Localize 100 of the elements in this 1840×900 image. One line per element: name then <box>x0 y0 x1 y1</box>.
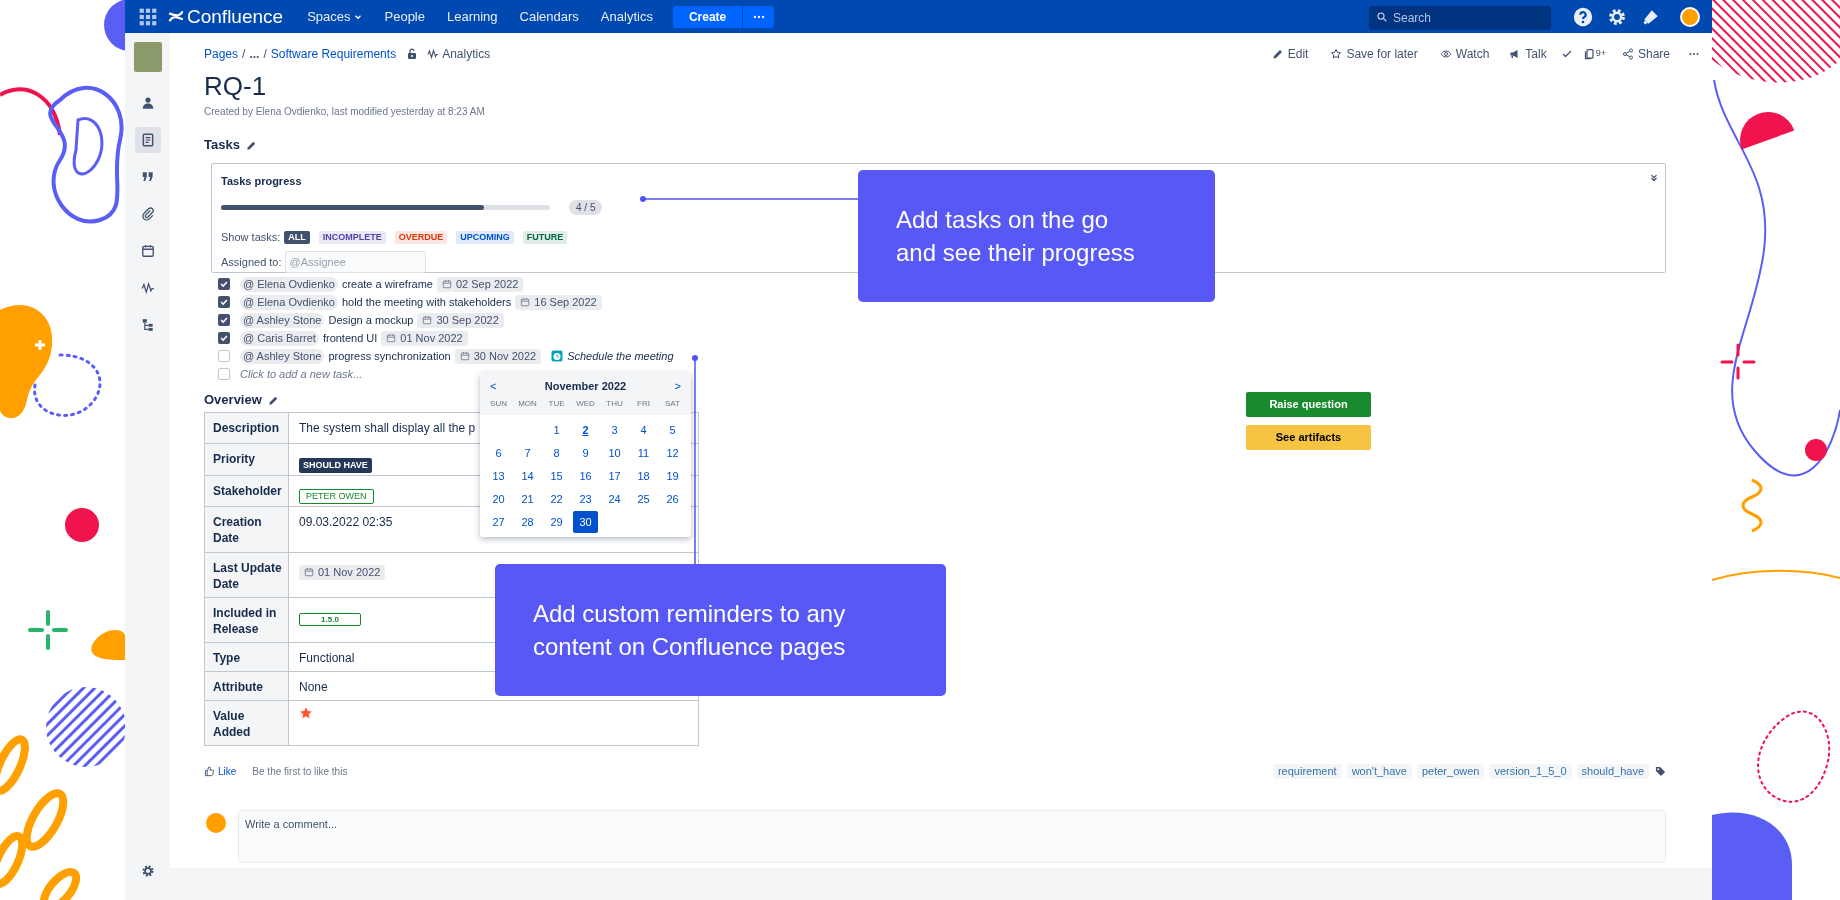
analytics-link[interactable]: Analytics <box>427 45 491 63</box>
label-tag[interactable]: version_1_5_0 <box>1489 763 1572 779</box>
checkbox[interactable] <box>218 350 230 362</box>
assignee-field[interactable]: @Assignee <box>284 251 426 273</box>
calendar-day[interactable]: 19 <box>660 465 685 487</box>
like-button[interactable]: Like <box>204 763 237 779</box>
calendar-icon <box>520 297 531 307</box>
label-tag[interactable]: requirement <box>1272 763 1342 779</box>
label-tag[interactable]: should_have <box>1576 763 1649 779</box>
mention-link[interactable]: @ Elena Ovdienko <box>240 276 338 292</box>
label-tag[interactable]: won't_have <box>1346 763 1412 779</box>
row-header: Type <box>204 642 289 672</box>
calendar-day[interactable]: 7 <box>515 442 540 464</box>
calendar-day[interactable]: 4 <box>631 419 656 441</box>
calendar-day[interactable]: 13 <box>486 465 511 487</box>
calendar-day[interactable]: 12 <box>660 442 685 464</box>
mention-link[interactable]: @ Ashley Stone <box>240 348 325 364</box>
breadcrumb-link[interactable]: Pages <box>204 45 239 63</box>
filter-tab[interactable]: INCOMPLETE <box>318 230 386 244</box>
reminder-button[interactable]: Schedule the meeting <box>551 347 674 365</box>
sidebar-item[interactable] <box>134 127 161 153</box>
calendar-day[interactable]: 1 <box>544 419 569 441</box>
breadcrumb-link[interactable]: ... <box>249 45 260 63</box>
talk-button[interactable]: Talk <box>1509 45 1547 63</box>
search-field[interactable]: Search <box>1369 5 1551 30</box>
label-tag[interactable]: peter_owen <box>1416 763 1485 779</box>
edit-icon[interactable] <box>267 394 279 406</box>
calendar-day[interactable]: 2 <box>573 419 598 441</box>
next-month-button[interactable]: > <box>674 377 681 395</box>
filter-tab[interactable]: FUTURE <box>522 230 568 244</box>
breadcrumb-link[interactable]: Software Requirements <box>270 45 397 63</box>
calendar-day[interactable]: 28 <box>515 511 540 533</box>
calendar-day[interactable]: 14 <box>515 465 540 487</box>
product-logo[interactable]: Confluence <box>168 7 284 26</box>
help-icon[interactable] <box>1573 6 1593 27</box>
new-task-placeholder[interactable]: Click to add a new task... <box>240 365 363 383</box>
comment-field[interactable]: Write a comment... <box>238 810 1666 863</box>
calendar-day[interactable]: 18 <box>631 465 656 487</box>
calendar-day[interactable]: 29 <box>544 511 569 533</box>
copies-button[interactable]: 9+ <box>1582 45 1606 63</box>
share-button[interactable]: Share <box>1621 45 1670 63</box>
checkbox[interactable] <box>218 314 230 326</box>
calendar-day[interactable]: 8 <box>544 442 569 464</box>
date-lozenge[interactable]: 01 Nov 2022 <box>299 564 386 580</box>
action-button[interactable]: Raise question <box>1246 392 1371 417</box>
analytics-icon <box>140 281 155 295</box>
progress-count: 4 / 5 <box>569 199 603 215</box>
nav-link[interactable]: People <box>376 3 433 30</box>
previous-month-button[interactable]: < <box>490 377 497 395</box>
settings-icon[interactable] <box>1607 6 1627 27</box>
date-lozenge[interactable]: 30 Nov 2022 <box>454 348 542 364</box>
save-for-later-button[interactable]: Save for later <box>1330 45 1418 63</box>
date-lozenge[interactable]: 02 Sep 2022 <box>437 276 524 292</box>
star-icon <box>299 706 313 720</box>
mention-link[interactable]: @ Elena Ovdienko <box>240 294 338 310</box>
filter-tab[interactable]: OVERDUE <box>394 230 448 244</box>
nav-link[interactable]: Analytics <box>592 3 661 30</box>
create-button[interactable]: Create <box>672 5 743 28</box>
calendar-day[interactable]: 15 <box>544 465 569 487</box>
action-button[interactable]: See artifacts <box>1246 425 1371 450</box>
avatar-icon[interactable] <box>1680 6 1700 27</box>
collapse-icon[interactable] <box>1649 173 1659 183</box>
edit-icon[interactable] <box>245 139 257 151</box>
edit-button[interactable]: Edit <box>1271 45 1309 63</box>
app-switcher-icon[interactable] <box>138 6 158 27</box>
callout-text: Add tasks on the go and see their progress <box>896 205 1136 268</box>
watch-button[interactable]: Watch <box>1439 45 1490 63</box>
tag-icon[interactable] <box>1655 765 1666 777</box>
calendar-day[interactable]: 11 <box>631 442 656 464</box>
nav-dropdown[interactable]: Spaces <box>299 3 371 30</box>
date-lozenge[interactable]: 16 Sep 2022 <box>515 294 602 310</box>
checkbox[interactable] <box>218 368 230 380</box>
calendar-day[interactable]: 16 <box>573 465 598 487</box>
unlocked-padlock-icon[interactable] <box>406 48 419 60</box>
mention-link[interactable]: @ Ashley Stone <box>240 312 325 328</box>
photo-placeholder[interactable] <box>133 42 162 72</box>
calendar-day[interactable]: 5 <box>660 419 685 441</box>
quote-icon <box>140 170 155 184</box>
date-lozenge[interactable]: 01 Nov 2022 <box>381 330 468 346</box>
row-header: Stakeholder <box>204 475 289 507</box>
nav-link[interactable]: Calendars <box>511 3 587 30</box>
checkbox[interactable] <box>218 278 230 290</box>
calendar-day[interactable]: 3 <box>602 419 627 441</box>
calendar-day[interactable]: 30 <box>573 511 598 533</box>
date-lozenge[interactable]: 30 Sep 2022 <box>417 312 504 328</box>
checkbox[interactable] <box>218 296 230 308</box>
nav-link[interactable]: Learning <box>439 3 506 30</box>
checkmark-icon <box>1560 48 1573 60</box>
mention-link[interactable]: @ Caris Barret <box>240 330 319 346</box>
row-header: Last Update Date <box>204 552 289 598</box>
calendar-day[interactable]: 17 <box>602 465 627 487</box>
filter-tab[interactable]: ALL <box>284 230 310 244</box>
calendar-day[interactable]: 6 <box>486 442 511 464</box>
settings-icon[interactable] <box>140 864 155 878</box>
pencil-icon <box>1271 48 1284 60</box>
filter-tab[interactable]: UPCOMING <box>456 230 514 244</box>
calendar-day[interactable]: 27 <box>486 511 511 533</box>
calendar-day[interactable]: 9 <box>573 442 598 464</box>
calendar-day[interactable]: 10 <box>602 442 627 464</box>
checkbox[interactable] <box>218 332 230 344</box>
